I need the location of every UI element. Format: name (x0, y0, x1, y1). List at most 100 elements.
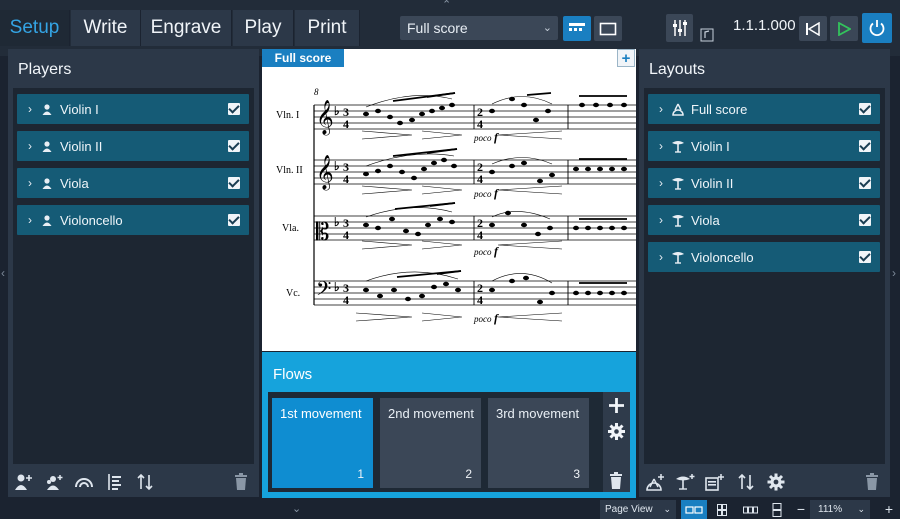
layout-row-violin-i[interactable]: › Violin I (648, 131, 880, 161)
chevron-down-icon: ⌄ (663, 504, 671, 514)
midi-input-icon[interactable] (700, 28, 714, 42)
player-row-violin-i[interactable]: › Violin I (17, 94, 249, 124)
svg-text:4: 4 (477, 172, 483, 186)
player-label: Violin II (60, 138, 103, 154)
tab-print[interactable]: Print (295, 10, 360, 46)
horizontal-pages-icon (743, 506, 758, 513)
tab-write[interactable]: Write (71, 10, 141, 46)
grid-icon (717, 503, 727, 516)
person-icon (39, 177, 55, 189)
trash-icon[interactable] (230, 471, 252, 493)
gear-icon[interactable] (608, 423, 625, 445)
add-ensemble-icon[interactable] (43, 471, 65, 493)
svg-text:𝄡: 𝄡 (316, 218, 329, 246)
trash-icon[interactable] (861, 471, 883, 493)
layouts-toolbar (639, 467, 890, 497)
add-tab-button[interactable]: + (617, 49, 635, 67)
svg-text:4: 4 (477, 293, 483, 307)
score-canvas[interactable]: 8 Vln. I Vln. II Vla. Vc. 𝄞 𝄞 𝄡 𝄢 ♭ 3 4 ♭ 3… (262, 49, 636, 351)
layout-checkbox[interactable] (859, 103, 871, 115)
layout-selector-value: Full score (407, 20, 468, 36)
player-checkbox[interactable] (228, 103, 240, 115)
player-checkbox[interactable] (228, 177, 240, 189)
chevron-right-icon[interactable]: › (652, 102, 670, 116)
flow-number: 2 (465, 467, 472, 481)
svg-text:4: 4 (343, 172, 349, 186)
player-row-viola[interactable]: › Viola (17, 168, 249, 198)
player-label: Viola (60, 175, 89, 191)
score-tab-full-score[interactable]: Full score (262, 49, 344, 67)
dynamic-word: poco (473, 247, 492, 257)
view-selector[interactable]: Page View ⌄ (600, 500, 676, 519)
player-checkbox[interactable] (228, 140, 240, 152)
layout-checkbox[interactable] (859, 251, 871, 263)
part-layout-icon (670, 140, 686, 153)
layout-row-full-score[interactable]: › Full score (648, 94, 880, 124)
tab-play[interactable]: Play (233, 10, 294, 46)
instrument-list-icon[interactable] (104, 471, 126, 493)
zoom-out-button[interactable]: − (794, 500, 808, 519)
page-arrangement-spreads-button[interactable] (681, 500, 707, 519)
flow-number: 1 (357, 467, 364, 481)
player-row-violin-ii[interactable]: › Violin II (17, 131, 249, 161)
tab-setup[interactable]: Setup (0, 10, 70, 46)
sort-icon[interactable] (735, 471, 757, 493)
flow-card-3[interactable]: 3rd movement 3 (488, 398, 589, 488)
svg-text:𝄞: 𝄞 (316, 155, 334, 191)
layout-checkbox[interactable] (859, 177, 871, 189)
player-checkbox[interactable] (228, 214, 240, 226)
mixer-button[interactable] (666, 14, 693, 42)
sort-icon[interactable] (134, 471, 156, 493)
layout-selector[interactable]: Full score ⌄ (400, 16, 558, 40)
chevron-right-icon[interactable]: › (652, 139, 670, 153)
rewind-button[interactable] (799, 16, 827, 41)
layouts-panel: Layouts › Full score › Violin I › Violin… (639, 49, 890, 497)
page-arrangement-grid-button[interactable] (711, 500, 733, 519)
player-row-violoncello[interactable]: › Violoncello (17, 205, 249, 235)
zoom-selector[interactable]: 111% ⌄ (810, 500, 870, 519)
spreads-icon (685, 505, 703, 514)
chevron-down-icon[interactable]: ⌄ (292, 502, 301, 515)
layout-row-violoncello[interactable]: › Violoncello (648, 242, 880, 272)
chevron-right-icon[interactable]: › (21, 176, 39, 190)
flow-card-2[interactable]: 2nd movement 2 (380, 398, 481, 488)
svg-text:4: 4 (343, 293, 349, 307)
zoom-in-button[interactable]: + (882, 500, 896, 519)
add-part-layout-icon[interactable] (674, 471, 696, 493)
svg-text:4: 4 (477, 117, 483, 131)
layout-checkbox[interactable] (859, 214, 871, 226)
page-view-button[interactable] (594, 16, 622, 41)
flows-panel: Flows 1st movement 1 2nd movement 2 3rd … (262, 352, 636, 498)
page-arrangement-horizontal-button[interactable] (740, 500, 762, 519)
chevron-left-icon[interactable]: ‹ (1, 266, 5, 280)
add-flow-icon[interactable] (608, 397, 625, 419)
trash-icon[interactable] (609, 472, 623, 494)
dynamic-word: poco (473, 314, 492, 324)
players-panel: Players › Violin I › Violin II › Viola ›… (8, 49, 259, 497)
add-custom-layout-icon[interactable] (704, 471, 726, 493)
add-player-icon[interactable] (13, 471, 35, 493)
tab-engrave[interactable]: Engrave (141, 10, 232, 46)
chevron-up-icon[interactable]: ⌃ (442, 0, 451, 11)
mixer-icon (672, 20, 687, 36)
layout-row-violin-ii[interactable]: › Violin II (648, 168, 880, 198)
galley-view-button[interactable] (563, 16, 591, 41)
chevron-right-icon[interactable]: › (892, 266, 896, 280)
page-arrangement-vertical-button[interactable] (766, 500, 788, 519)
chevron-right-icon[interactable]: › (652, 176, 670, 190)
layout-checkbox[interactable] (859, 140, 871, 152)
group-icon[interactable] (73, 471, 95, 493)
gear-icon[interactable] (765, 471, 787, 493)
chevron-right-icon[interactable]: › (21, 139, 39, 153)
add-full-score-layout-icon[interactable] (644, 471, 666, 493)
chevron-right-icon[interactable]: › (21, 102, 39, 116)
chevron-right-icon[interactable]: › (21, 213, 39, 227)
layout-row-viola[interactable]: › Viola (648, 205, 880, 235)
play-button[interactable] (830, 16, 858, 41)
chevron-right-icon[interactable]: › (652, 250, 670, 264)
person-icon (39, 103, 55, 115)
power-button[interactable] (862, 13, 892, 43)
players-title: Players (18, 61, 72, 78)
chevron-right-icon[interactable]: › (652, 213, 670, 227)
flow-card-1[interactable]: 1st movement 1 (272, 398, 373, 488)
